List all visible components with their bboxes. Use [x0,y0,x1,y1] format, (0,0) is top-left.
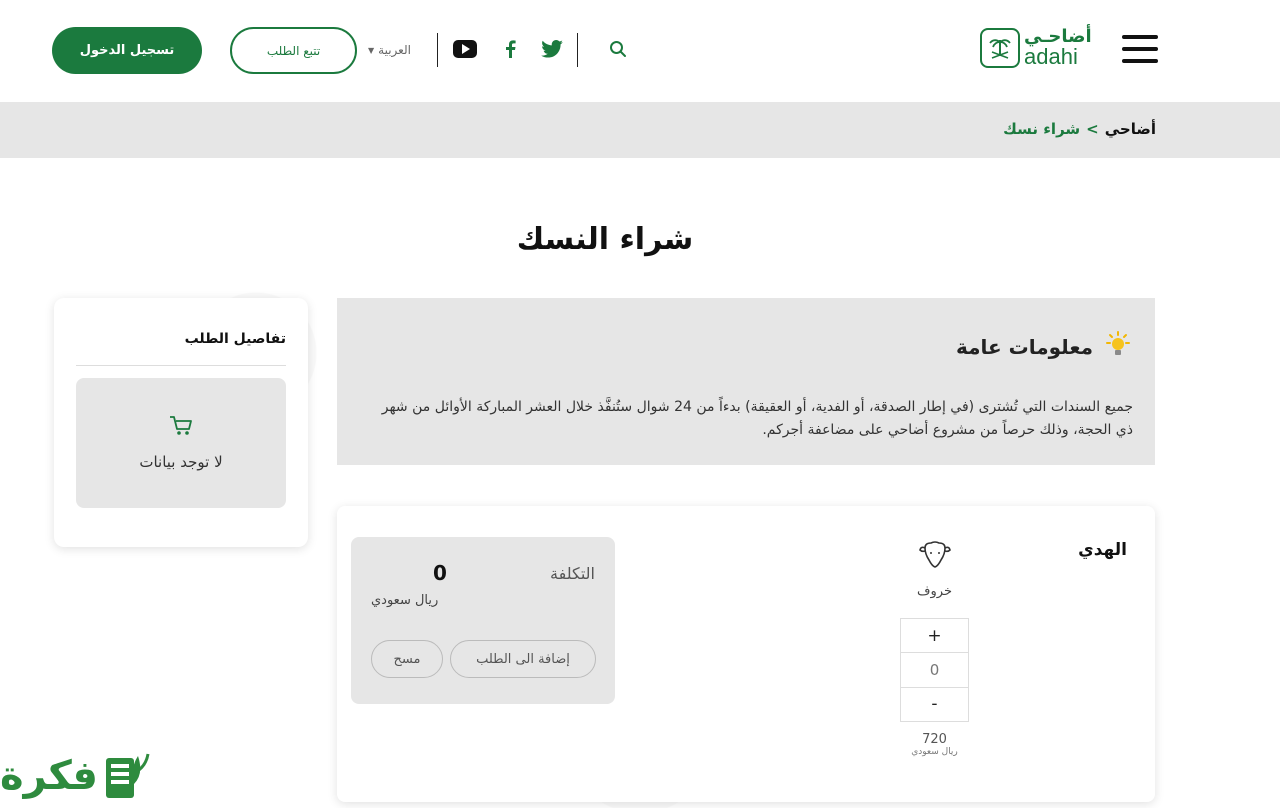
product-name: الهدي [1078,540,1127,560]
track-order-button[interactable]: تتبع الطلب [230,27,357,74]
product-card: الهدي خروف + 0 - 720 ريال سعودي التكلفة … [337,506,1155,802]
clear-button[interactable]: مسح [371,640,443,678]
decrement-button[interactable]: - [901,688,968,721]
language-label: العربية [378,43,411,57]
price-value: 720 [922,732,947,747]
breadcrumb-home[interactable]: أضاحي [1105,120,1156,138]
cost-value: 0 [433,561,447,585]
watermark: فكرة [0,744,152,808]
menu-icon[interactable] [1122,35,1158,63]
page-title: شراء النسك [516,222,694,257]
cost-label: التكلفة [550,564,595,583]
unit-price: 720 ريال سعودي [897,732,972,757]
lightbulb-icon [1103,330,1133,364]
caret-down-icon: ▼ [368,45,375,55]
empty-text: لا توجد بيانات [139,453,223,471]
breadcrumb-current: شراء نسك [1003,120,1081,138]
facebook-icon[interactable] [497,37,523,61]
login-button[interactable]: تسجيل الدخول [52,27,202,74]
increment-button[interactable]: + [901,619,968,652]
quantity-input[interactable]: 0 [901,652,968,688]
order-title: تفاصيل الطلب [184,331,286,347]
animal-label: خروف [917,584,952,599]
cost-panel: التكلفة 0 ريال سعودي إضافة الى الطلب مسح [351,537,615,704]
cart-icon [169,415,193,441]
divider [76,365,286,366]
sheep-icon [917,540,953,574]
order-details-card: تفاصيل الطلب لا توجد بيانات [54,298,308,547]
site-header: تسجيل الدخول تتبع الطلب ▼ العربية أضاحـي… [0,0,1280,102]
breadcrumb-bar: أضاحي > شراء نسك [0,102,1280,158]
logo-english: adahi [1024,44,1078,69]
info-title: معلومات عامة [955,335,1093,359]
youtube-icon[interactable] [452,37,478,61]
add-to-order-button[interactable]: إضافة الى الطلب [450,640,596,678]
price-unit: ريال سعودي [911,747,958,757]
language-selector[interactable]: ▼ العربية [368,40,411,60]
general-info-panel: معلومات عامة جميع السندات التي تُشترى (ف… [337,298,1155,465]
empty-order-box: لا توجد بيانات [76,378,286,508]
breadcrumb-separator: > [1086,120,1099,138]
adahi-logo[interactable]: أضاحـي adahi [980,24,1100,72]
watermark-text: فكرة [0,753,98,799]
info-text: جميع السندات التي تُشترى (في إطار الصدقة… [381,399,1133,438]
quantity-stepper: + 0 - [900,618,969,722]
breadcrumb: أضاحي > شراء نسك [1003,120,1156,138]
divider [437,33,438,67]
twitter-icon[interactable] [539,37,565,61]
palm-logo-icon [980,28,1020,68]
divider [577,33,578,67]
search-icon[interactable] [605,37,631,61]
book-plant-icon [100,744,150,808]
cost-unit: ريال سعودي [371,593,439,608]
animal-option[interactable]: خروف [897,540,972,599]
